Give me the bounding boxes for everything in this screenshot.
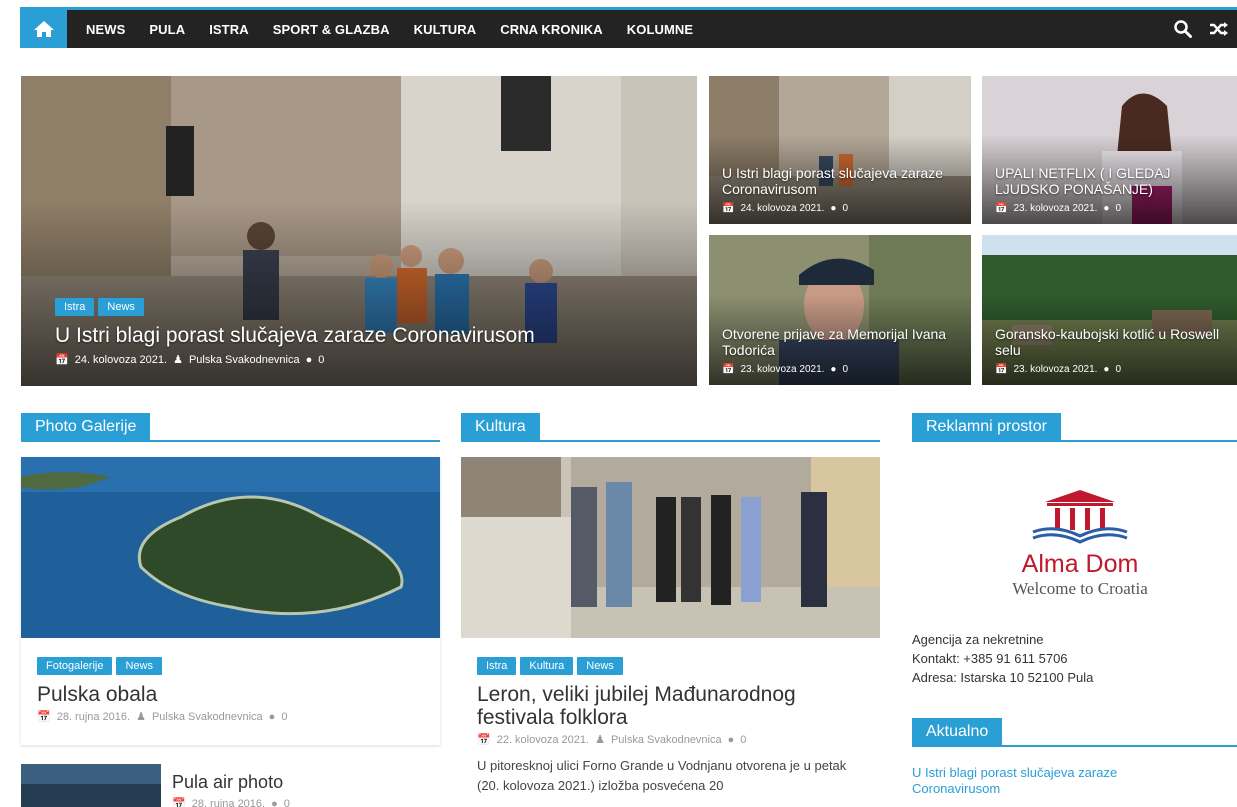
- aktualno-link[interactable]: U Istri blagi porast slučajeva zaraze Co…: [912, 765, 1172, 797]
- user-icon: ♟: [173, 354, 183, 366]
- ad-logo-tagline: Welcome to Croatia: [1012, 579, 1148, 598]
- search-icon: [1174, 20, 1192, 38]
- ad-contact: Agencija za nekretnine Kontakt: +385 91 …: [912, 630, 1093, 687]
- search-button[interactable]: [1165, 10, 1201, 48]
- building-logo-icon: [1032, 490, 1128, 544]
- calendar-icon: 📅: [477, 734, 491, 746]
- main-navigation: NEWS PULA ISTRA SPORT & GLAZBA KULTURA C…: [20, 10, 1237, 48]
- article-title[interactable]: Leron, veliki jubilej Mađunarodnog festi…: [477, 683, 872, 729]
- tag-kultura[interactable]: Kultura: [520, 657, 574, 675]
- section-title[interactable]: Photo Galerije: [21, 413, 151, 442]
- comment-count[interactable]: 0: [318, 354, 324, 366]
- air-photo: [21, 764, 161, 807]
- tag-fotogalerije[interactable]: Fotogalerije: [37, 657, 113, 675]
- nav-kultura[interactable]: KULTURA: [414, 22, 477, 37]
- featured-title[interactable]: Goransko-kaubojski kotlić u Roswell selu: [995, 326, 1229, 358]
- comment-count[interactable]: 0: [1115, 364, 1121, 375]
- user-icon: ♟: [595, 734, 605, 746]
- home-button[interactable]: [20, 10, 67, 48]
- comment-count[interactable]: 0: [740, 734, 746, 746]
- comment-icon: ●: [830, 364, 837, 375]
- post-date[interactable]: 23. kolovoza 2021.: [1013, 203, 1097, 214]
- comment-icon: ●: [830, 203, 837, 214]
- nav-news[interactable]: NEWS: [86, 22, 125, 37]
- calendar-icon: 📅: [172, 798, 186, 807]
- post-date[interactable]: 23. kolovoza 2021.: [740, 364, 824, 375]
- ad-logo-name: Alma Dom: [1021, 550, 1139, 578]
- ad-line: Adresa: Istarska 10 52100 Pula: [912, 670, 1094, 685]
- comment-count[interactable]: 0: [281, 711, 287, 723]
- post-author[interactable]: Pulska Svakodnevnica: [611, 734, 722, 746]
- comment-icon: ●: [271, 797, 278, 807]
- nav-crna-kronika[interactable]: CRNA KRONIKA: [500, 22, 603, 37]
- home-icon: [33, 21, 54, 37]
- nav-istra[interactable]: ISTRA: [209, 22, 249, 37]
- featured-title[interactable]: U Istri blagi porast slučajeva zaraze Co…: [722, 165, 963, 197]
- small-article-title[interactable]: Pula air photo: [172, 772, 432, 793]
- section-title: Reklamni prostor: [912, 413, 1061, 442]
- section-header-reklame: Reklamni prostor: [912, 413, 1237, 442]
- tag-news[interactable]: News: [116, 657, 162, 675]
- section-header-kultura: Kultura: [461, 413, 880, 442]
- calendar-icon: 📅: [995, 364, 1008, 375]
- post-date[interactable]: 23. kolovoza 2021.: [1013, 364, 1097, 375]
- comment-icon: ●: [1103, 203, 1110, 214]
- small-article-body: Pula air photo 📅 28. rujna 2016. ● 0: [172, 772, 432, 807]
- post-author[interactable]: Pulska Svakodnevnica: [152, 711, 263, 723]
- article-image[interactable]: [21, 457, 440, 638]
- post-date[interactable]: 24. kolovoza 2021.: [75, 354, 167, 366]
- user-icon: ♟: [136, 711, 146, 723]
- section-title: Aktualno: [912, 718, 1003, 747]
- featured-main-article[interactable]: Istra News U Istri blagi porast slučajev…: [21, 76, 697, 386]
- featured-article-4[interactable]: Goransko-kaubojski kotlić u Roswell selu…: [982, 235, 1237, 385]
- comment-count[interactable]: 0: [842, 364, 848, 375]
- featured-title[interactable]: Otvorene prijave za Memorijal Ivana Todo…: [722, 326, 963, 358]
- post-date[interactable]: 28. rujna 2016.: [57, 711, 130, 723]
- article-title[interactable]: Pulska obala: [37, 683, 427, 706]
- featured-article-2[interactable]: UPALI NETFLIX ( I GLEDAJ LJUDSKO PONAŠAN…: [982, 76, 1237, 224]
- small-article-image[interactable]: [21, 764, 161, 807]
- nav-pula[interactable]: PULA: [149, 22, 185, 37]
- comment-count[interactable]: 0: [842, 203, 848, 214]
- tag-news[interactable]: News: [577, 657, 623, 675]
- post-author[interactable]: Pulska Svakodnevnica: [189, 354, 300, 366]
- post-date[interactable]: 28. rujna 2016.: [192, 798, 265, 807]
- article-excerpt: U pitoresknoj ulici Forno Grande u Vodnj…: [477, 758, 847, 793]
- article-body: Fotogalerije News Pulska obala 📅 28. ruj…: [37, 657, 427, 723]
- section-header-aktualno: Aktualno: [912, 718, 1237, 747]
- section-title[interactable]: Kultura: [461, 413, 540, 442]
- post-date[interactable]: 24. kolovoza 2021.: [740, 203, 824, 214]
- comment-icon: ●: [1103, 364, 1110, 375]
- ad-line: Agencija za nekretnine: [912, 632, 1044, 647]
- featured-article-3[interactable]: Otvorene prijave za Memorijal Ivana Todo…: [709, 235, 971, 385]
- tag-news[interactable]: News: [98, 298, 144, 316]
- comment-count[interactable]: 0: [284, 798, 290, 807]
- calendar-icon: 📅: [995, 203, 1008, 214]
- article-body: Istra Kultura News Leron, veliki jubilej…: [477, 657, 872, 796]
- tag-istra[interactable]: Istra: [55, 298, 95, 316]
- comment-count[interactable]: 0: [1115, 203, 1121, 214]
- exhibition-photo: [461, 457, 880, 638]
- calendar-icon: 📅: [722, 364, 735, 375]
- calendar-icon: 📅: [37, 711, 51, 723]
- comment-icon: ●: [305, 353, 313, 366]
- comment-icon: ●: [268, 710, 276, 723]
- calendar-icon: 📅: [55, 354, 69, 366]
- tag-istra[interactable]: Istra: [477, 657, 517, 675]
- ad-line: Kontakt: +385 91 611 5706: [912, 651, 1068, 666]
- alma-dom-ad[interactable]: Alma Dom Welcome to Croatia: [960, 488, 1200, 608]
- featured-title[interactable]: UPALI NETFLIX ( I GLEDAJ LJUDSKO PONAŠAN…: [995, 165, 1229, 197]
- section-header-photo: Photo Galerije: [21, 413, 440, 442]
- featured-main-title[interactable]: U Istri blagi porast slučajeva zaraze Co…: [55, 324, 689, 348]
- shuffle-icon: [1210, 22, 1228, 36]
- comment-icon: ●: [727, 733, 735, 746]
- calendar-icon: 📅: [722, 203, 735, 214]
- featured-article-1[interactable]: U Istri blagi porast slučajeva zaraze Co…: [709, 76, 971, 224]
- nav-kolumne[interactable]: KOLUMNE: [627, 22, 693, 37]
- nav-sport-glazba[interactable]: SPORT & GLAZBA: [273, 22, 390, 37]
- article-image[interactable]: [461, 457, 880, 638]
- island-photo: [21, 457, 440, 638]
- random-post-button[interactable]: [1201, 10, 1237, 48]
- post-date[interactable]: 22. kolovoza 2021.: [497, 734, 589, 746]
